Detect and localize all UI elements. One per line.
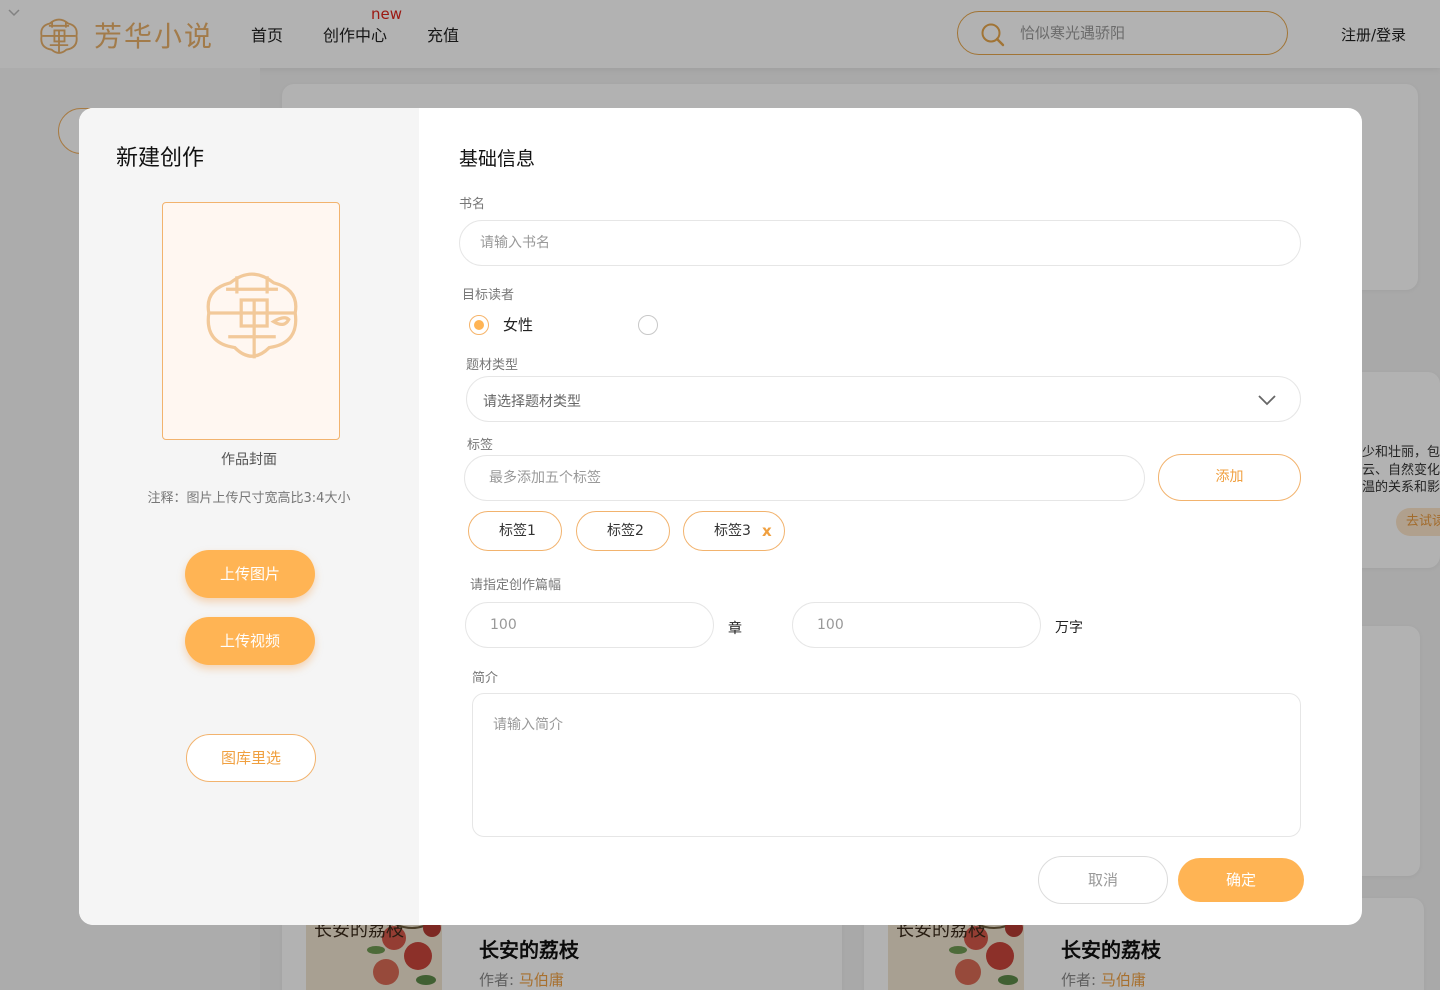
cancel-button[interactable]: 取消	[1038, 856, 1168, 904]
remove-tag-icon[interactable]: x	[762, 512, 772, 550]
tag-chip[interactable]: 标签1	[468, 511, 562, 551]
chevron-down-icon	[1258, 395, 1276, 406]
upload-image-button[interactable]: 上传图片	[185, 550, 315, 598]
chapter-unit: 章	[728, 621, 742, 637]
tag-chip-label: 标签2	[607, 523, 644, 539]
book-name-label: 书名	[459, 197, 486, 212]
length-label: 请指定创作篇幅	[470, 578, 562, 593]
word-count-input[interactable]	[792, 602, 1041, 648]
word-count-unit: 万字	[1055, 620, 1083, 636]
cover-size-note: 注释：图片上传尺寸宽高比3:4大小	[147, 491, 351, 506]
add-tag-button[interactable]: 添加	[1158, 454, 1301, 501]
basic-info-heading: 基础信息	[459, 148, 536, 170]
confirm-button[interactable]: 确定	[1178, 858, 1304, 902]
target-reader-label: 目标读者	[462, 288, 515, 303]
cover-preview[interactable]	[162, 202, 340, 440]
genre-select-placeholder: 请选择题材类型	[483, 394, 581, 410]
cover-label: 作品封面	[221, 452, 277, 468]
tags-label: 标签	[467, 438, 494, 453]
cover-panel: 新建创作 作品封面 注释：图片上传尺寸宽高比3:4大小 上传图片 上传视频 图库…	[79, 108, 419, 925]
radio-female[interactable]	[469, 315, 489, 335]
chapter-count-input[interactable]	[465, 602, 714, 648]
tag-chip-label: 标签1	[499, 523, 536, 539]
tag-input[interactable]	[464, 455, 1145, 501]
intro-textarea[interactable]	[472, 693, 1301, 837]
tag-chip-label: 标签3	[714, 523, 751, 539]
tag-chip[interactable]: 标签2	[576, 511, 670, 551]
genre-select[interactable]: 请选择题材类型	[466, 376, 1301, 422]
dialog-title: 新建创作	[116, 146, 205, 171]
intro-label: 简介	[472, 671, 499, 686]
new-creation-dialog: 新建创作 作品封面 注释：图片上传尺寸宽高比3:4大小 上传图片 上传视频 图库…	[79, 108, 1362, 925]
pick-from-gallery-button[interactable]: 图库里选	[186, 734, 316, 782]
upload-video-button[interactable]: 上传视频	[185, 617, 315, 665]
radio-female-label: 女性	[503, 316, 534, 334]
book-name-input[interactable]	[459, 220, 1301, 266]
tag-chip[interactable]: 标签3 x	[683, 511, 785, 551]
cover-placeholder-logo-icon	[206, 272, 298, 359]
genre-label: 题材类型	[466, 358, 519, 373]
radio-other[interactable]	[638, 315, 658, 335]
